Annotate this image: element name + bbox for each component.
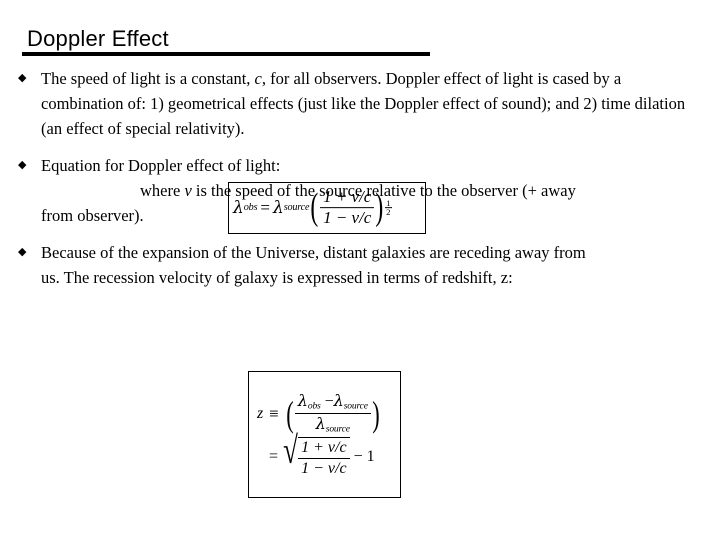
eq2-num-sub-obs: obs xyxy=(307,400,321,412)
eq2-radicand: 1 + v/c 1 − v/c xyxy=(298,437,350,477)
eq2-radical-denominator: 1 − v/c xyxy=(301,459,347,477)
bullet3-line1: Because of the expansion of the Universe… xyxy=(41,243,586,262)
bullet2-line2-pre: where xyxy=(140,181,185,200)
eq2-den-lambda-source: λ xyxy=(315,414,326,434)
eq1-sub-source: source xyxy=(283,202,310,214)
eq2-equals: = xyxy=(269,448,279,466)
eq1-fraction: 1 + v/c 1 − v/c xyxy=(320,187,375,228)
bullet3-line2: us. The recession velocity of galaxy is … xyxy=(41,268,513,287)
slide-canvas: { "slide": { "title": "Doppler Effect", … xyxy=(0,0,720,540)
bullet1-text-pre: The speed of light is a constant, xyxy=(41,69,255,88)
bullet-text-redshift: Because of the expansion of the Universe… xyxy=(41,240,720,290)
eq2-minus-one: − 1 xyxy=(353,448,375,466)
bullet2-line1: Equation for Doppler effect of light: xyxy=(41,156,281,175)
title-underline-rule xyxy=(22,52,430,56)
bullet-item-speed-of-light: ◆ The speed of light is a constant, c, f… xyxy=(0,66,720,141)
eq1-equals: = xyxy=(260,198,270,217)
bullet-item-redshift: ◆ Because of the expansion of the Univer… xyxy=(0,240,720,290)
eq2-equivalence-sign: ≡ xyxy=(269,403,279,423)
symbol-v: v xyxy=(184,181,192,200)
eq1-lambda-obs: λ xyxy=(233,198,244,218)
eq2-num-lambda-source: λ xyxy=(333,391,344,411)
eq2-num-lambda-obs: λ xyxy=(297,391,308,411)
radical-icon: √ xyxy=(283,430,298,473)
diamond-bullet-icon: ◆ xyxy=(18,158,27,171)
page-title: Doppler Effect xyxy=(27,26,169,51)
diamond-bullet-icon: ◆ xyxy=(18,245,27,258)
eq2-evaluation-line: = √ 1 + v/c 1 − v/c − 1 xyxy=(249,430,400,477)
eq1-denominator: 1 − v/c xyxy=(323,208,372,228)
eq2-square-root: √ 1 + v/c 1 − v/c xyxy=(280,430,350,477)
eq2-denominator: λsource xyxy=(313,414,353,435)
eq1-numerator: 1 + v/c xyxy=(320,187,375,209)
eq1-sub-obs: obs xyxy=(243,202,258,214)
bullet-text-speed-of-light: The speed of light is a constant, c, for… xyxy=(41,66,720,141)
diamond-bullet-icon: ◆ xyxy=(18,71,27,84)
eq2-fraction-velocity: 1 + v/c 1 − v/c xyxy=(298,439,350,477)
eq2-num-minus: − xyxy=(324,393,334,411)
eq2-z: z xyxy=(257,404,264,422)
eq1-exponent-denominator: 2 xyxy=(386,207,391,218)
eq2-right-paren: ) xyxy=(372,393,380,434)
eq1-right-paren: ) xyxy=(375,186,384,229)
eq2-num-sub-source: source xyxy=(343,400,368,412)
eq1-exponent-one-half: 1 2 xyxy=(385,198,392,218)
eq1-left-paren: ( xyxy=(310,186,319,229)
eq2-left-paren: ( xyxy=(285,393,294,434)
eq2-fraction-definition: λobs −λsource λsource xyxy=(294,391,371,435)
equation-box-doppler-wavelength[interactable]: λ obs = λ source ( 1 + v/c 1 − v/c ) 1 2 xyxy=(228,182,426,234)
equation-box-redshift[interactable]: z ≡ ( λobs −λsource λsource ) = √ 1 + v/… xyxy=(248,371,401,498)
symbol-c: c xyxy=(254,69,262,88)
eq2-radical-numerator: 1 + v/c xyxy=(298,439,350,459)
eq1-lambda-source: λ xyxy=(272,198,284,218)
eq2-definition-line: z ≡ ( λobs −λsource λsource ) xyxy=(249,392,400,435)
equation-redshift: z ≡ ( λobs −λsource λsource ) = √ 1 + v/… xyxy=(249,372,400,497)
eq2-den-sub-source: source xyxy=(325,423,350,435)
equation-doppler-wavelength: λ obs = λ source ( 1 + v/c 1 − v/c ) 1 2 xyxy=(233,186,392,229)
eq2-numerator: λobs −λsource xyxy=(294,391,371,415)
